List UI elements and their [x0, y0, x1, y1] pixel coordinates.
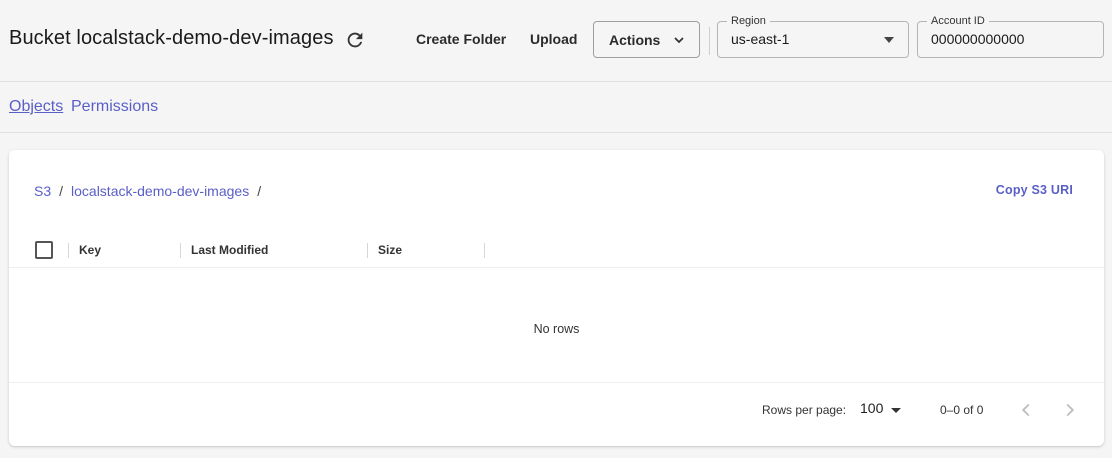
column-separator[interactable] — [367, 243, 368, 258]
table-header: Key Last Modified Size — [9, 232, 1104, 268]
account-id-label: Account ID — [927, 14, 989, 28]
objects-card: S3 / localstack-demo-dev-images / Copy S3 U… — [9, 150, 1104, 446]
upload-button[interactable]: Upload — [530, 29, 577, 49]
rows-per-page-select[interactable]: 100 — [860, 400, 906, 420]
page-title: Bucket localstack-demo-dev-images — [9, 27, 334, 49]
chevron-down-icon — [674, 37, 684, 44]
column-header-key[interactable]: Key — [79, 243, 101, 257]
next-page-icon[interactable] — [1059, 399, 1081, 421]
actions-button[interactable]: Actions — [593, 21, 700, 58]
create-folder-button[interactable]: Create Folder — [416, 29, 506, 49]
pagination-range: 0–0 of 0 — [940, 403, 984, 417]
tab-objects[interactable]: Objects — [9, 98, 63, 116]
header-divider — [709, 27, 710, 55]
column-header-size[interactable]: Size — [378, 243, 402, 257]
breadcrumb-s3[interactable]: S3 — [34, 183, 51, 199]
actions-button-label: Actions — [609, 31, 661, 48]
select-all-checkbox[interactable] — [35, 241, 53, 259]
rows-per-page-label: Rows per page: — [762, 403, 847, 417]
caret-down-icon — [891, 408, 901, 413]
previous-page-icon[interactable] — [1015, 399, 1037, 421]
tab-permissions[interactable]: Permissions — [71, 98, 158, 116]
account-id-field[interactable]: Account ID 000000000000 — [917, 14, 1104, 58]
region-label: Region — [727, 14, 770, 28]
column-separator[interactable] — [68, 243, 69, 258]
caret-down-icon — [884, 37, 894, 43]
account-id-value: 000000000000 — [931, 31, 1025, 47]
page-header: Bucket localstack-demo-dev-images Create… — [0, 0, 1112, 82]
tab-bar: Objects Permissions — [0, 83, 1112, 133]
breadcrumb-separator: / — [59, 183, 64, 199]
refresh-icon[interactable] — [344, 29, 366, 51]
column-separator[interactable] — [484, 243, 485, 258]
column-header-last-modified[interactable]: Last Modified — [191, 243, 268, 257]
breadcrumb-bucket[interactable]: localstack-demo-dev-images — [71, 183, 249, 199]
rows-per-page-value: 100 — [860, 400, 884, 416]
copy-s3-uri-button[interactable]: Copy S3 URI — [996, 183, 1073, 197]
region-value: us-east-1 — [731, 31, 790, 47]
footer-divider — [9, 382, 1104, 383]
breadcrumb-separator: / — [257, 183, 262, 199]
breadcrumb: S3 / localstack-demo-dev-images / — [34, 183, 269, 199]
region-select[interactable]: Region us-east-1 — [717, 14, 909, 58]
column-separator[interactable] — [180, 243, 181, 258]
empty-state-text: No rows — [533, 322, 580, 336]
